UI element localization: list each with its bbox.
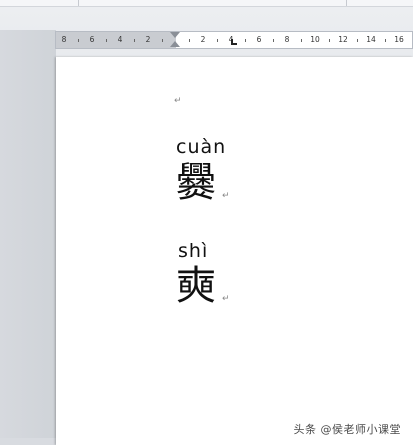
ruler-tick-label: 16 (394, 35, 404, 44)
chinese-character: 爨 (176, 160, 216, 206)
ruler-tick-label: 6 (89, 35, 95, 44)
ruler-minor-tick (134, 39, 135, 42)
ruler-minor-tick (162, 39, 163, 42)
paragraph-mark-icon: ↵ (222, 191, 230, 201)
paragraph-mark-icon: ↵ (174, 96, 182, 106)
ruler-tick-label: 2 (200, 35, 206, 44)
horizontal-ruler[interactable]: 8 6 4 2 2 4 6 8 10 12 14 16 (55, 31, 413, 49)
ruler-minor-tick (301, 39, 302, 42)
ruler-minor-tick (357, 39, 358, 42)
ribbon-edge (0, 0, 413, 7)
pinyin-guide: cuàn (176, 136, 227, 158)
first-line-indent-marker[interactable] (170, 32, 180, 38)
ruler-tick-label: 8 (61, 35, 67, 44)
watermark-text: 头条 @侯老师小课堂 (293, 423, 401, 436)
ruler-tick-label: 2 (145, 35, 151, 44)
paragraph-mark-icon: ↵ (222, 294, 230, 304)
ruler-minor-tick (329, 39, 330, 42)
chinese-character: 奭 (176, 263, 216, 309)
ruler-minor-tick (106, 39, 107, 42)
ribbon-separator (78, 0, 79, 6)
ruler-tick-label: 12 (338, 35, 348, 44)
ruler-minor-tick (78, 39, 79, 42)
pinyin-guide: shì (178, 240, 209, 262)
ruler-minor-tick (189, 39, 190, 42)
left-gutter (0, 30, 56, 438)
ruler-tick-label: 14 (366, 35, 376, 44)
ruler-minor-tick (245, 39, 246, 42)
ribbon-separator (346, 0, 347, 6)
ruler-minor-tick (273, 39, 274, 42)
ruler-margin-area (56, 32, 176, 48)
ruler-tick-label: 10 (310, 35, 320, 44)
document-page[interactable]: ↵ cuàn 爨 ↵ shì 奭 ↵ (56, 57, 413, 445)
ruler-tick-label: 8 (284, 35, 290, 44)
ruler-minor-tick (385, 39, 386, 42)
ruler-minor-tick (217, 39, 218, 42)
ruler-tick-label: 4 (117, 35, 123, 44)
hanging-indent-marker[interactable] (170, 41, 180, 47)
left-tab-stop-icon[interactable] (231, 39, 237, 45)
ruler-tick-label: 6 (256, 35, 262, 44)
